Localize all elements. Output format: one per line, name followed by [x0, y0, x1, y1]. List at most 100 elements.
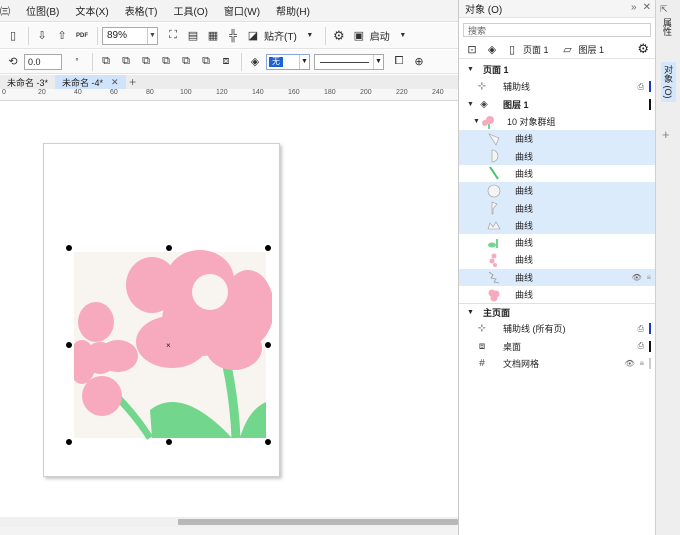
snap-to-dropdown[interactable]: 贴齐(T) — [264, 28, 297, 43]
page-icon[interactable]: ▯ — [503, 40, 521, 58]
import-icon[interactable]: ⇩ — [33, 27, 51, 45]
trim-icon[interactable]: ⧉ — [137, 53, 155, 71]
tree-row-curve[interactable]: 曲线 👁 🔒︎ — [459, 268, 655, 286]
objects-panel: 对象 (O) » ✕ 搜索 ⊡ ◈ ▯ 页面 1 ▱ 图层 1 ⚙ ▼ 页面 1… — [458, 0, 655, 535]
menu-item-table[interactable]: 表格(T) — [125, 3, 158, 18]
row-label: 辅助线 — [503, 82, 531, 93]
front-minus-back-icon[interactable]: ⧉ — [197, 53, 215, 71]
green-leaves-thumbnail-icon — [488, 238, 498, 248]
status-bar — [0, 527, 458, 535]
wrap-text-icon[interactable]: ⧠ — [390, 53, 408, 71]
eye-icon[interactable]: 👁 — [632, 273, 642, 282]
printer-icon[interactable]: ⎙ — [638, 82, 644, 92]
show-guides-icon[interactable]: ╬ — [224, 27, 242, 45]
tree-row-curve[interactable]: 曲线 — [459, 286, 655, 303]
pin-icon[interactable]: ⇱ — [660, 4, 668, 15]
layer-icon[interactable]: ▱ — [559, 40, 577, 58]
intersect-icon[interactable]: ⧉ — [157, 53, 175, 71]
printer-icon[interactable]: ⎙ — [638, 324, 644, 334]
chevron-down-icon[interactable]: ▼ — [301, 27, 319, 45]
export-icon[interactable]: ⇧ — [53, 27, 71, 45]
simplify-icon[interactable]: ⧉ — [177, 53, 195, 71]
tree-row-curve[interactable]: 曲线 — [459, 234, 655, 251]
tree-row-curve[interactable]: 曲线 — [459, 199, 655, 217]
drawing-canvas[interactable]: × — [0, 102, 458, 517]
printer-icon[interactable]: ⎙ — [638, 341, 644, 351]
row-label: 图层 1 — [503, 99, 529, 110]
horizontal-scrollbar[interactable] — [0, 517, 458, 527]
quick-customize-icon[interactable]: ⊕ — [410, 53, 428, 71]
combine-icon[interactable]: ⧉ — [97, 53, 115, 71]
rotation-angle-input[interactable]: 0.0 — [24, 53, 62, 70]
tree-row-curve[interactable]: 曲线 — [459, 251, 655, 268]
tree-row-curve[interactable]: 曲线 — [459, 216, 655, 234]
gear-icon[interactable]: ⚙ — [330, 27, 348, 45]
expand-arrow-icon[interactable]: ▼ — [473, 118, 480, 125]
copy-icon[interactable]: ▯ — [4, 27, 22, 45]
pink-drops-thumbnail-icon — [489, 253, 497, 267]
tab-properties[interactable]: 属性 — [661, 18, 674, 36]
tree-row-curve[interactable]: 曲线 — [459, 165, 655, 182]
tree-row-curve[interactable]: 曲线 — [459, 182, 655, 200]
weld-icon[interactable]: ⧉ — [117, 53, 135, 71]
show-page-icon[interactable]: ⊡ — [463, 40, 481, 58]
expand-arrow-icon[interactable]: ▼ — [467, 66, 474, 73]
current-layer-label[interactable]: 图层 1 — [579, 43, 605, 56]
back-minus-front-icon[interactable]: ⧈ — [217, 53, 235, 71]
close-icon[interactable]: ✕ — [111, 77, 119, 88]
green-stem-thumbnail-icon — [489, 166, 499, 180]
menu-item-text[interactable]: 文本(X) — [75, 3, 108, 18]
ruler-label: 160 — [288, 89, 300, 96]
separator — [97, 26, 98, 45]
outline-style-dropdown[interactable]: ▼ — [314, 53, 384, 70]
launch-dropdown[interactable]: 启动 — [370, 28, 390, 43]
tab-objects[interactable]: 对象 (O) — [661, 62, 676, 102]
current-page-label[interactable]: 页面 1 — [523, 43, 549, 56]
tree-row-master-page[interactable]: ▼ 主页面 — [459, 303, 655, 320]
menu-item-window[interactable]: 窗口(W) — [224, 3, 260, 18]
search-input[interactable]: 搜索 — [463, 23, 651, 37]
tab-label: 未命名 -3* — [7, 77, 49, 88]
scrollbar-thumb[interactable] — [178, 519, 458, 525]
zoom-level-dropdown[interactable]: 89% ▼ — [102, 26, 158, 45]
tree-row-group[interactable]: ▼ 10 对象群组 — [459, 113, 655, 130]
tree-row-curve[interactable]: 曲线 — [459, 147, 655, 165]
launch-app-icon[interactable]: ◪ — [244, 27, 262, 45]
tab-document-3[interactable]: 未命名 -3* — [0, 75, 55, 89]
tree-row-document-grid[interactable]: # 文档网格 👁 🔒︎ — [459, 355, 655, 372]
show-grid-icon[interactable]: ▦ — [204, 27, 222, 45]
menu-item-edit[interactable]: ㈢ — [0, 3, 10, 18]
expand-arrow-icon[interactable]: ▼ — [467, 101, 474, 108]
full-screen-preview-icon[interactable]: ⛶ — [164, 27, 182, 45]
fill-dropdown[interactable]: 无 ▼ — [266, 53, 310, 70]
expand-arrow-icon[interactable]: ▼ — [467, 309, 474, 316]
menu-item-help[interactable]: 帮助(H) — [276, 3, 310, 18]
launcher-icon[interactable]: ▣ — [350, 27, 368, 45]
tab-document-4[interactable]: 未命名 -4* ✕ — [55, 75, 126, 89]
tree-row-curve[interactable]: 曲线 — [459, 130, 655, 148]
selection-handles[interactable]: × — [62, 241, 276, 451]
menu-item-tools[interactable]: 工具(O) — [173, 3, 207, 18]
tree-row-page[interactable]: ▼ 页面 1 — [459, 61, 655, 78]
desktop-icon: ⧈ — [478, 340, 486, 352]
tree-row-layer[interactable]: ▼ ◈ 图层 1 — [459, 96, 655, 113]
add-docker-icon[interactable]: + — [662, 127, 670, 142]
chevron-down-icon[interactable]: ▼ — [394, 27, 412, 45]
tree-row-guides-all-pages[interactable]: ⊹ 辅助线 (所有页) ⎙ — [459, 320, 655, 337]
lock-icon[interactable]: 🔒︎ — [647, 272, 651, 282]
publish-pdf-button[interactable]: PDF — [73, 27, 91, 45]
eye-icon[interactable]: 👁 — [625, 359, 635, 368]
tree-row-guides[interactable]: ⊹ 辅助线 ⎙ — [459, 78, 655, 95]
layer-color-bar — [649, 357, 651, 369]
panel-toolbar: ⊡ ◈ ▯ 页面 1 ▱ 图层 1 ⚙ — [459, 40, 655, 59]
new-tab-icon[interactable]: + — [126, 75, 140, 89]
lock-icon[interactable]: 🔒︎ — [640, 358, 644, 368]
show-rulers-icon[interactable]: ▤ — [184, 27, 202, 45]
gear-icon[interactable]: ⚙ — [637, 41, 649, 57]
tree-row-desktop[interactable]: ⧈ 桌面 ⎙ — [459, 337, 655, 354]
close-icon[interactable]: ✕ — [643, 2, 651, 13]
collapse-panel-icon[interactable]: » — [631, 2, 637, 13]
menu-item-bitmap[interactable]: 位图(B) — [26, 3, 59, 18]
layers-icon[interactable]: ◈ — [483, 40, 501, 58]
horizontal-ruler[interactable]: 0 20 40 60 80 100 120 140 160 180 200 22… — [0, 89, 458, 101]
